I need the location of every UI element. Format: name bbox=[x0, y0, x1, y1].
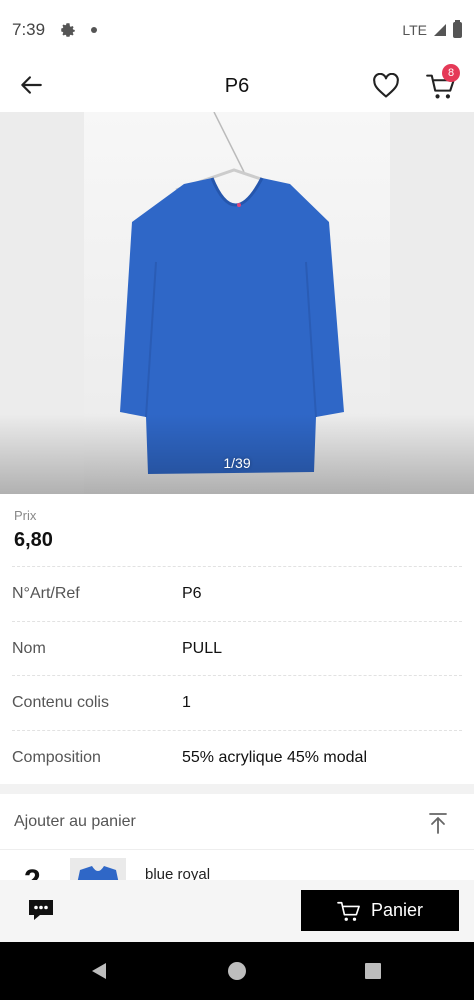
variant-quantity: 2 bbox=[24, 864, 41, 880]
add-to-cart-section[interactable]: Ajouter au panier bbox=[0, 794, 474, 850]
price-label: Prix bbox=[14, 508, 37, 523]
detail-key: Composition bbox=[12, 748, 101, 766]
chat-icon[interactable] bbox=[28, 898, 54, 922]
product-details: N°Art/Ref P6 Nom PULL Contenu colis 1 Co… bbox=[0, 566, 474, 784]
battery-icon bbox=[453, 20, 462, 38]
detail-value: PULL bbox=[182, 639, 223, 657]
nav-recents-icon[interactable] bbox=[365, 963, 381, 979]
detail-key: N°Art/Ref bbox=[12, 585, 80, 602]
notification-dot-icon bbox=[91, 27, 98, 33]
detail-row-package: Contenu colis 1 bbox=[12, 675, 462, 730]
favorite-heart-icon[interactable] bbox=[372, 73, 400, 99]
panier-button[interactable]: Panier bbox=[301, 890, 459, 931]
detail-value: P6 bbox=[182, 585, 202, 602]
panier-button-label: Panier bbox=[370, 900, 424, 920]
status-time: 7:39 bbox=[12, 20, 46, 39]
variant-item[interactable]: 2 blue royal bbox=[0, 850, 474, 880]
cart-count-badge: 8 bbox=[442, 64, 460, 82]
page-title: P6 bbox=[224, 75, 250, 97]
cart-button-icon bbox=[337, 901, 360, 921]
signal-icon bbox=[434, 24, 446, 36]
nav-back-icon[interactable] bbox=[90, 962, 108, 980]
system-navigation-bar bbox=[0, 942, 474, 1000]
variant-thumbnail bbox=[70, 858, 126, 880]
detail-key: Nom bbox=[12, 639, 46, 657]
variant-name: blue royal bbox=[145, 866, 211, 880]
status-right: LTE bbox=[402, 20, 462, 38]
add-to-cart-label: Ajouter au panier bbox=[14, 812, 136, 830]
image-counter: 1/39 bbox=[223, 455, 251, 471]
detail-row-composition: Composition 55% acrylique 45% modal bbox=[12, 729, 462, 785]
status-bar: 7:39 LTE bbox=[0, 0, 474, 60]
app-toolbar: P6 8 bbox=[0, 60, 474, 112]
network-label: LTE bbox=[402, 22, 427, 38]
gallery-shade bbox=[0, 414, 474, 494]
settings-icon bbox=[61, 23, 75, 37]
product-image-gallery[interactable]: 1/39 bbox=[0, 112, 474, 494]
nav-home-icon[interactable] bbox=[228, 962, 246, 980]
detail-key: Contenu colis bbox=[12, 694, 109, 711]
price-value: 6,80 bbox=[14, 529, 53, 551]
price-section: Prix 6,80 bbox=[0, 494, 474, 566]
section-divider bbox=[0, 784, 474, 794]
detail-row-name: Nom PULL bbox=[12, 620, 462, 676]
scroll-to-top-icon[interactable] bbox=[428, 812, 448, 834]
detail-value: 1 bbox=[182, 694, 191, 711]
detail-value: 55% acrylique 45% modal bbox=[182, 748, 367, 766]
bottom-action-bar: Panier bbox=[0, 880, 474, 942]
detail-row-ref: N°Art/Ref P6 bbox=[12, 566, 462, 621]
